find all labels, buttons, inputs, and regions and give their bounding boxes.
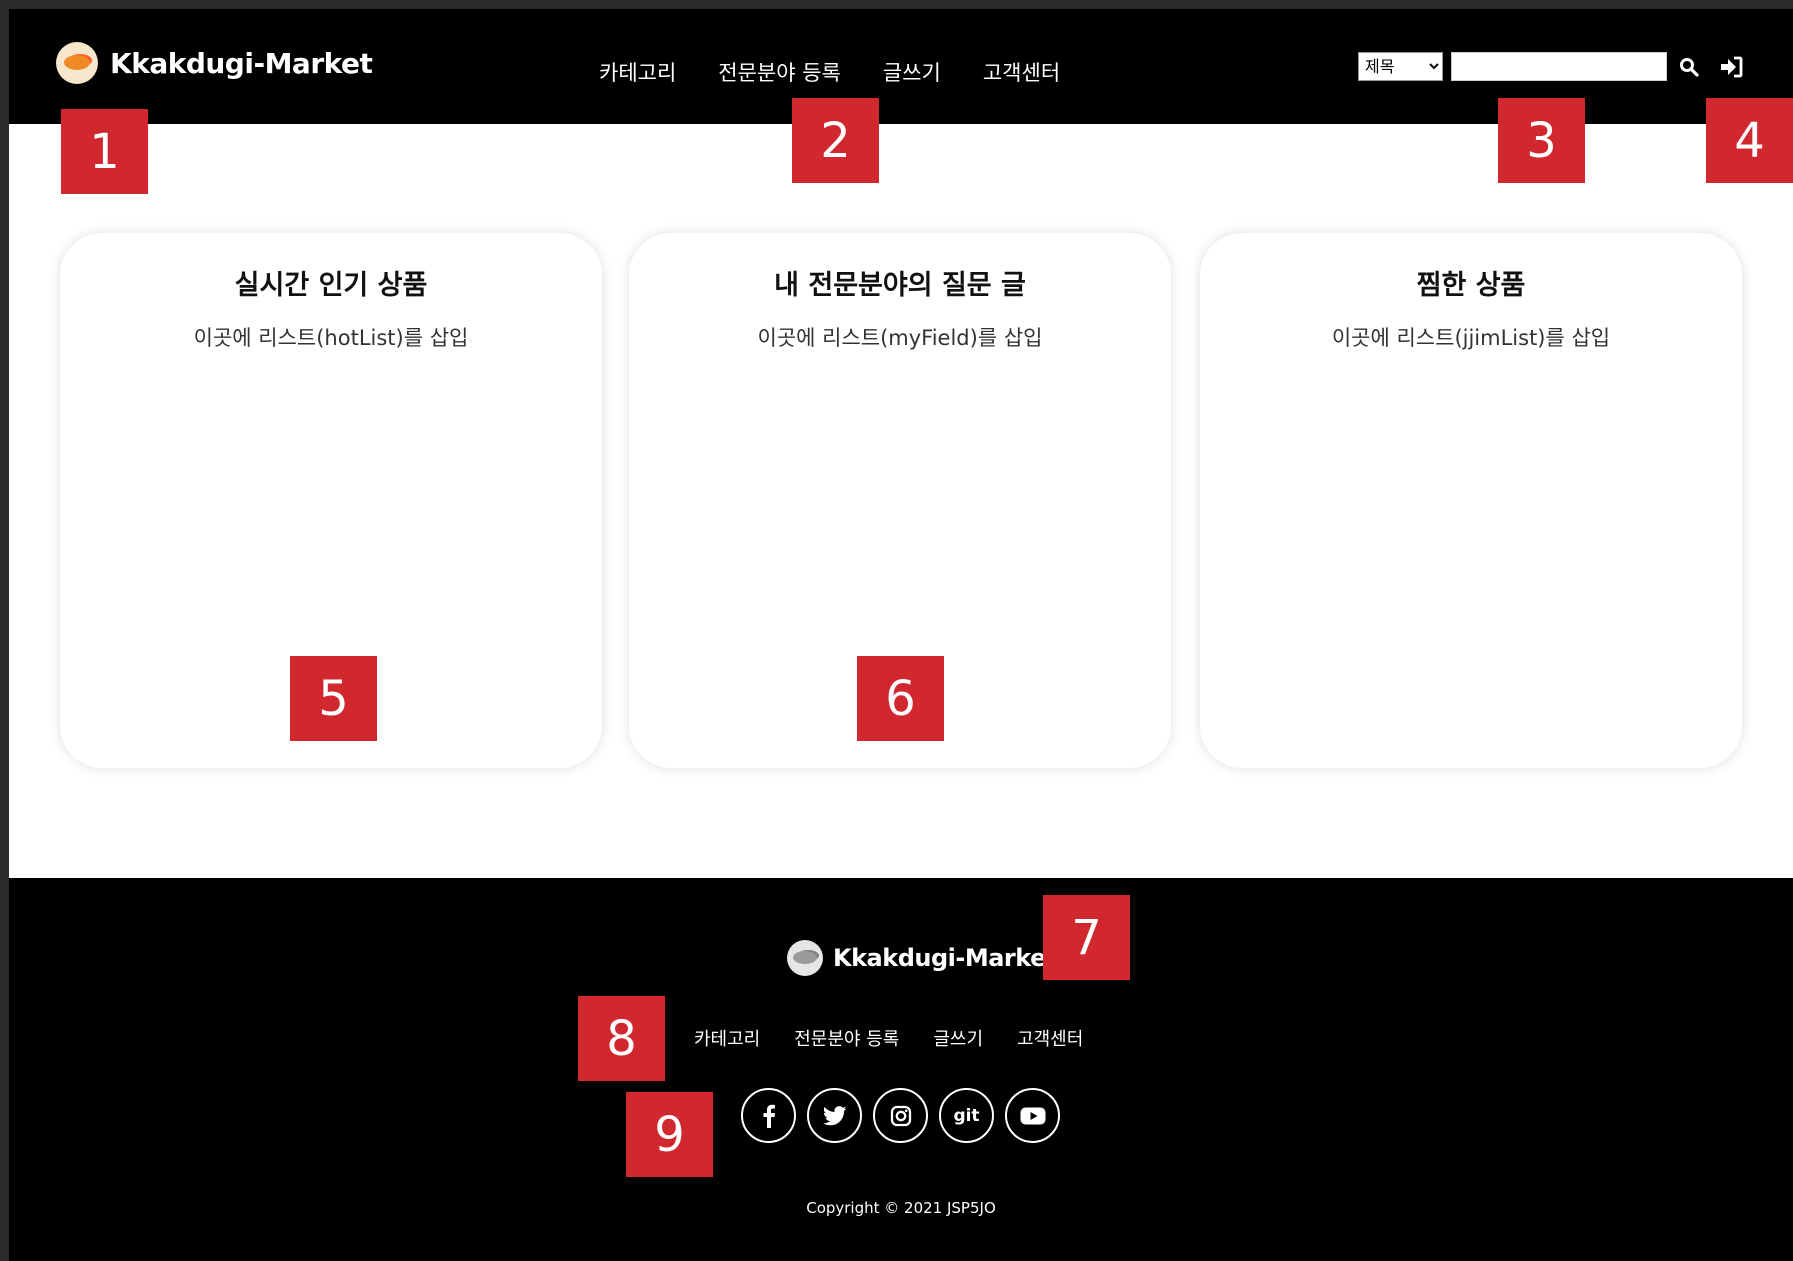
- annotation-marker-7: 7: [1043, 895, 1130, 980]
- brand-name: Kkakdugi-Market: [110, 46, 373, 80]
- search-bar: 제목: [1358, 52, 1745, 81]
- search-type-select[interactable]: 제목: [1358, 52, 1443, 81]
- footer-brand-name: Kkakdugi-Market: [833, 944, 1057, 972]
- footer-link-register-specialty[interactable]: 전문분야 등록: [794, 1025, 899, 1051]
- card-placeholder-text: 이곳에 리스트(jjimList)를 삽입: [1331, 326, 1611, 350]
- twitter-icon: [822, 1105, 846, 1125]
- instagram-button[interactable]: [873, 1088, 928, 1143]
- jjim-list-card: 찜한 상품 이곳에 리스트(jjimList)를 삽입: [1200, 233, 1742, 768]
- card-title: 실시간 인기 상품: [234, 270, 428, 301]
- git-icon: git: [953, 1105, 980, 1126]
- annotation-marker-9: 9: [626, 1092, 713, 1177]
- page-frame: Kkakdugi-Market 카테고리 전문분야 등록 글쓰기 고객센터 제목: [9, 9, 1793, 1261]
- footer-logo-icon: [787, 940, 823, 976]
- search-button[interactable]: [1675, 53, 1703, 81]
- youtube-button[interactable]: [1005, 1088, 1060, 1143]
- search-icon: [1680, 57, 1699, 77]
- copyright-text: Copyright © 2021 JSP5JO: [806, 1199, 996, 1217]
- footer-nav: 카테고리 전문분야 등록 글쓰기 고객센터: [694, 1025, 1083, 1051]
- search-input[interactable]: [1451, 52, 1667, 81]
- annotation-marker-2: 2: [792, 98, 879, 183]
- annotation-marker-5: 5: [290, 656, 377, 741]
- footer-link-customer-center[interactable]: 고객센터: [1017, 1025, 1083, 1051]
- youtube-icon: [1020, 1107, 1045, 1124]
- git-button[interactable]: git: [939, 1088, 994, 1143]
- brand-logo-link[interactable]: Kkakdugi-Market: [56, 42, 373, 84]
- annotation-marker-3: 3: [1498, 98, 1585, 183]
- footer-link-category[interactable]: 카테고리: [694, 1025, 760, 1051]
- card-title: 찜한 상품: [1416, 270, 1526, 301]
- card-title: 내 전문분야의 질문 글: [774, 270, 1026, 301]
- annotation-marker-8: 8: [578, 996, 665, 1081]
- footer-brand[interactable]: Kkakdugi-Market: [787, 940, 1057, 976]
- facebook-button[interactable]: [741, 1088, 796, 1143]
- social-links: git: [741, 1088, 1060, 1143]
- sign-in-icon: [1721, 56, 1743, 77]
- footer: Kkakdugi-Market 카테고리 전문분야 등록 글쓰기 고객센터 gi…: [9, 878, 1793, 1261]
- logo-icon: [56, 42, 98, 84]
- facebook-icon: [763, 1104, 775, 1128]
- login-button[interactable]: [1717, 53, 1745, 81]
- nav-item-write[interactable]: 글쓰기: [883, 57, 941, 87]
- annotation-marker-6: 6: [857, 656, 944, 741]
- nav-item-customer-center[interactable]: 고객센터: [983, 57, 1060, 87]
- card-placeholder-text: 이곳에 리스트(hotList)를 삽입: [193, 326, 469, 350]
- nav-item-register-specialty[interactable]: 전문분야 등록: [718, 57, 841, 87]
- nav-item-category[interactable]: 카테고리: [599, 57, 676, 87]
- footer-link-write[interactable]: 글쓰기: [933, 1025, 983, 1051]
- annotation-marker-1: 1: [61, 109, 148, 194]
- annotation-marker-4: 4: [1706, 98, 1793, 183]
- card-placeholder-text: 이곳에 리스트(myField)를 삽입: [757, 326, 1043, 350]
- instagram-icon: [890, 1105, 911, 1126]
- main-nav: 카테고리 전문분야 등록 글쓰기 고객센터: [599, 57, 1060, 87]
- twitter-button[interactable]: [807, 1088, 862, 1143]
